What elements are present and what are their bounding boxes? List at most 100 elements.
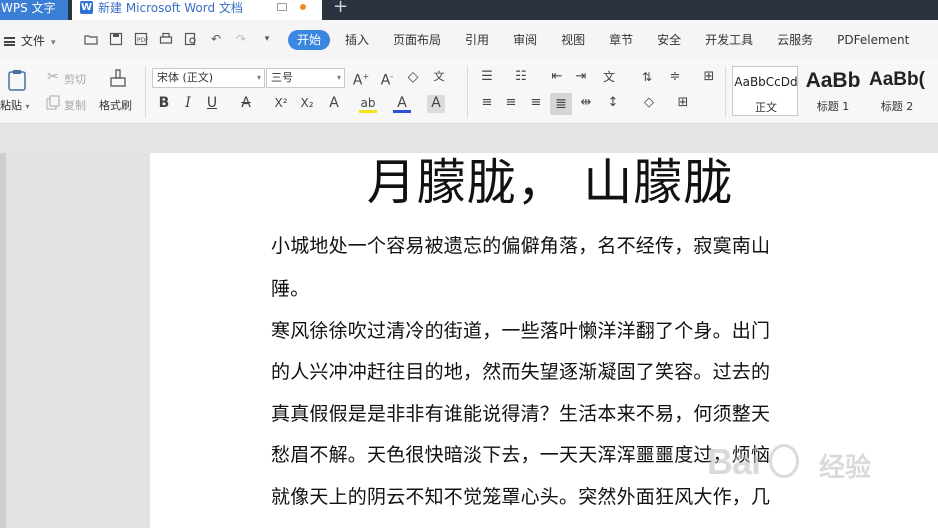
tab-references[interactable]: 引用 [453, 30, 501, 50]
shading-icon[interactable]: ◇ [640, 95, 658, 113]
paw-logo-icon [769, 444, 799, 478]
copy-icon[interactable] [44, 95, 62, 113]
ribbon-tabs: 开始 插入 页面布局 引用 审阅 视图 章节 安全 开发工具 云服务 PDFel… [288, 30, 921, 50]
style-heading-1[interactable]: AaBb 标题 1 [800, 66, 866, 116]
show-marks-icon[interactable]: ⊞ [700, 69, 718, 87]
borders-icon[interactable]: ⊞ [674, 95, 692, 113]
chevron-down-icon: ▾ [25, 102, 30, 111]
highlight-icon[interactable]: ab [359, 95, 377, 113]
decrease-indent-icon[interactable]: ⇤ [548, 69, 566, 87]
shrink-font-icon[interactable]: A- [378, 69, 396, 89]
strikethrough-icon[interactable]: A [237, 95, 255, 113]
clipboard-icon[interactable] [6, 68, 30, 92]
superscript-icon[interactable]: X² [272, 95, 290, 113]
format-painter-button[interactable]: 格式刷 [99, 97, 132, 113]
numbered-list-icon[interactable]: ☷ [512, 69, 530, 87]
style-name: 正文 [755, 101, 777, 114]
tab-home[interactable]: 开始 [288, 30, 331, 50]
underline-icon[interactable]: U [203, 95, 221, 113]
print-icon[interactable] [159, 32, 173, 46]
char-shading-icon[interactable]: A [427, 95, 445, 113]
clear-format-icon[interactable]: ◇ [404, 69, 422, 87]
watermark-brand: Bai [707, 441, 761, 482]
subscript-icon[interactable]: X₂ [298, 95, 316, 113]
paste-label: 粘贴 [0, 99, 22, 112]
italic-icon[interactable]: I [179, 95, 197, 113]
align-center-icon[interactable]: ≡ [502, 95, 520, 113]
open-folder-icon[interactable] [84, 32, 98, 46]
style-normal[interactable]: AaBbCcDd 正文 [732, 66, 798, 116]
hamburger-icon [4, 37, 15, 46]
redo-icon[interactable]: ↷ [234, 32, 248, 46]
distributed-align-icon[interactable]: ⇹ [577, 95, 595, 113]
navigation-pane-edge [0, 153, 6, 528]
svg-text:PDF: PDF [137, 37, 148, 44]
chinese-layout-icon[interactable]: 文 [600, 69, 618, 87]
tab-view[interactable]: 视图 [549, 30, 597, 50]
ribbon-toolbar: 粘贴 ▾ ✂ 剪切 复制 格式刷 宋体 (正文) ▾ 三号 ▾ A+ A- ◇ 文 … [0, 60, 938, 124]
font-size-value: 三号 [271, 71, 293, 84]
file-menu[interactable]: 文件 ▾ [4, 32, 56, 49]
paragraph-line: 寒风徐徐吹过清冷的街道，一些落叶懒洋洋翻了个身。出门 [271, 320, 771, 342]
align-left-icon[interactable]: ≡ [478, 95, 496, 113]
align-right-icon[interactable]: ≡ [527, 95, 545, 113]
font-color-icon[interactable]: A [393, 95, 411, 113]
font-size-select[interactable]: 三号 ▾ [266, 68, 345, 88]
ribbon-separator [467, 66, 468, 118]
tab-security[interactable]: 安全 [645, 30, 693, 50]
menu-bar: 文件 ▾ PDF ↶ ↷ ▾ 开始 插入 页面布局 引用 审阅 视图 章节 安全 … [0, 20, 938, 60]
workspace-background [0, 153, 150, 528]
style-sample: AaBbCcDd [734, 75, 798, 89]
print-preview-icon[interactable] [184, 32, 198, 46]
sort-icon[interactable]: ⇅ [638, 69, 656, 87]
phonetic-guide-icon[interactable]: 文 [430, 69, 448, 87]
paragraph-line: 陲。 [271, 278, 310, 300]
tab-cloud[interactable]: 云服务 [765, 30, 825, 50]
scissors-icon[interactable]: ✂ [44, 69, 62, 87]
document-title: 月朦胧， 山朦胧 [366, 154, 734, 211]
paragraph-line: 的人兴冲冲赶往目的地，然而失望逐渐凝固了笑容。过去的 [271, 361, 771, 383]
increase-indent-icon[interactable]: ⇥ [572, 69, 590, 87]
brush-icon[interactable] [107, 68, 129, 90]
paragraph-line: 小城地处一个容易被遗忘的偏僻角落，名不经传，寂寞南山 [271, 235, 771, 257]
more-chevron-icon[interactable]: ▾ [260, 32, 274, 46]
word-doc-icon: W [80, 1, 93, 14]
new-tab-button[interactable]: + [333, 0, 348, 17]
app-tab-label: WPS 文字 [1, 1, 56, 15]
tab-section[interactable]: 章节 [597, 30, 645, 50]
style-heading-2[interactable]: AaBb( 标题 2 [864, 66, 930, 116]
text-effect-icon[interactable]: A [325, 95, 343, 113]
ribbon-separator [725, 66, 726, 118]
save-icon[interactable] [109, 32, 123, 46]
line-spacing-icon[interactable]: ↕ [604, 95, 622, 113]
text-direction-icon[interactable]: ≑ [666, 69, 684, 87]
chevron-down-icon: ▾ [336, 73, 341, 82]
cut-button[interactable]: 剪切 [64, 71, 86, 87]
bold-icon[interactable]: B [155, 95, 173, 113]
app-tab[interactable]: WPS 文字 [0, 0, 68, 20]
bullet-list-icon[interactable]: ☰ [478, 69, 496, 87]
document-tab[interactable]: W 新建 Microsoft Word 文档 [72, 0, 322, 20]
justify-icon[interactable]: ≣ [550, 93, 572, 115]
tab-review[interactable]: 审阅 [501, 30, 549, 50]
tab-pdfelement[interactable]: PDFelement [825, 30, 921, 50]
style-name: 标题 1 [816, 100, 850, 113]
baidu-watermark: Bai 经验 [707, 441, 892, 491]
tab-developer[interactable]: 开发工具 [693, 30, 765, 50]
unsaved-dot-icon[interactable] [300, 4, 306, 10]
grow-font-icon[interactable]: A+ [352, 69, 370, 89]
tab-page-layout[interactable]: 页面布局 [381, 30, 453, 50]
workspace-background [0, 125, 938, 153]
tab-insert[interactable]: 插入 [333, 30, 381, 50]
font-name-select[interactable]: 宋体 (正文) ▾ [152, 68, 265, 88]
paragraph-line: 真真假假是是非非有谁能说得清？生活本来不易，何须整天 [271, 403, 771, 425]
document-tab-title: 新建 Microsoft Word 文档 [98, 1, 243, 15]
watermark-suffix: 经验 [819, 453, 872, 483]
undo-icon[interactable]: ↶ [209, 32, 223, 46]
export-pdf-icon[interactable]: PDF [134, 32, 149, 46]
monitor-icon[interactable] [277, 3, 287, 11]
copy-button[interactable]: 复制 [64, 97, 86, 113]
ribbon-separator [145, 66, 146, 118]
paste-button[interactable]: 粘贴 ▾ [0, 97, 30, 113]
style-name: 标题 2 [880, 100, 914, 113]
